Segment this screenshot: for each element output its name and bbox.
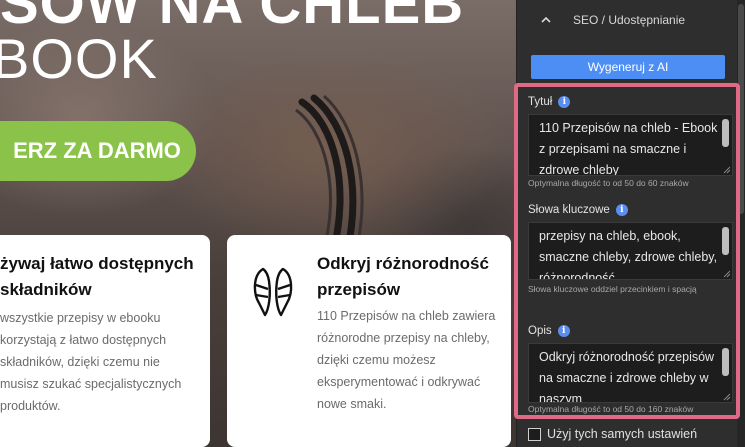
checkbox-label: Użyj tych samych ustawień [547,427,698,441]
resize-handle-icon[interactable] [722,165,731,174]
keywords-value: przepisy na chleb, ebook, smaczne chleby… [539,229,718,280]
card-text: 110 Przepisów na chleb zawiera różnorodn… [317,309,496,411]
hero-subtitle: BOOK [0,27,158,90]
description-label: Opis i [528,325,570,337]
info-icon[interactable]: i [558,96,571,108]
keywords-hint: Słowa kluczowe oddziel przecinkiem i spa… [528,284,697,294]
bread-slices-icon [253,267,293,317]
card-title: Odkryj różnorodność przepisów [317,254,489,299]
cta-button[interactable]: ERZ ZA DARMO [0,121,196,181]
chevron-up-icon [541,16,551,23]
panel-scrollbar[interactable] [737,0,745,447]
description-value: Odkryj różnorodność przepisów na smaczne… [539,350,715,403]
generate-ai-button[interactable]: Wygeneruj z AI [531,55,725,79]
section-header-seo[interactable]: SEO / Udostępnianie [517,8,738,32]
page-preview: SÓW NA CHLEB BOOK ERZ ZA DARMO żywaj łat… [0,0,516,447]
textarea-scrollbar[interactable] [722,348,729,376]
description-label-text: Opis [528,325,552,337]
title-value: 110 Przepisów na chleb - Ebook z przepis… [539,121,718,176]
keywords-textarea[interactable]: przepisy na chleb, ebook, smaczne chleby… [528,222,733,280]
section-title: SEO / Udostępnianie [573,13,686,27]
keywords-label: Słowa kluczowe i [528,204,628,216]
resize-handle-icon[interactable] [722,269,731,278]
info-icon[interactable]: i [615,204,628,216]
card-text: wszystkie przepisy w ebooku korzystają z… [0,311,182,413]
info-icon[interactable]: i [557,325,570,337]
feature-card-variety: Odkryj różnorodność przepisów 110 Przepi… [227,235,511,447]
title-label-text: Tytuł [528,96,553,108]
card-title: żywaj łatwo dostępnych składników [0,254,194,299]
textarea-scrollbar[interactable] [722,119,729,147]
scrollbar-thumb[interactable] [738,4,744,214]
resize-handle-icon[interactable] [722,392,731,401]
same-settings-checkbox-row[interactable]: Użyj tych samych ustawień [528,427,697,441]
description-textarea[interactable]: Odkryj różnorodność przepisów na smaczne… [528,343,733,403]
feature-card-ingredients: żywaj łatwo dostępnych składników wszyst… [0,235,210,447]
title-textarea[interactable]: 110 Przepisów na chleb - Ebook z przepis… [528,114,733,176]
title-hint: Optymalna długość to od 50 do 60 znaków [528,178,689,188]
title-label: Tytuł i [528,96,571,108]
same-settings-checkbox[interactable] [528,427,541,441]
textarea-scrollbar[interactable] [722,227,729,255]
description-hint: Optymalna długość to od 50 do 160 znaków [528,404,694,414]
keywords-label-text: Słowa kluczowe [528,204,610,216]
